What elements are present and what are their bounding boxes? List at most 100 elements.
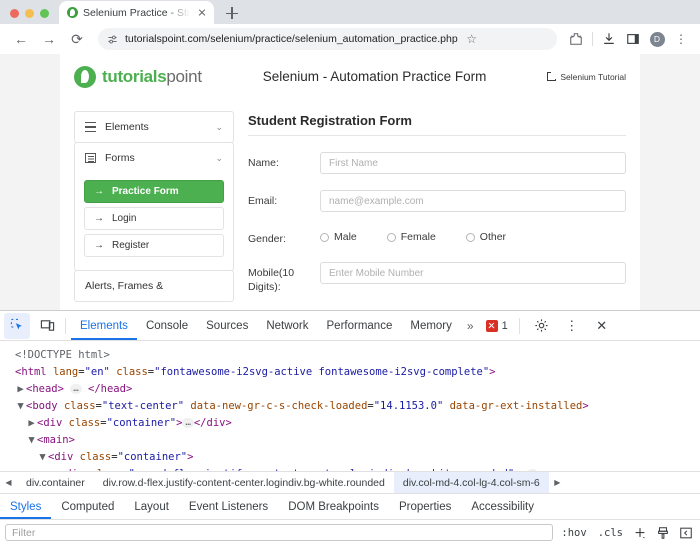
tab-styles[interactable]: Styles: [0, 494, 51, 519]
tab-title: Selenium Practice - Student R: [83, 7, 190, 19]
twisty-icon[interactable]: ▼: [15, 398, 26, 415]
sidebar-item-login[interactable]: → Login: [84, 207, 224, 230]
devtools-tab-memory[interactable]: Memory: [401, 311, 461, 340]
sidebar-section-alerts-frames[interactable]: Alerts, Frames &: [74, 270, 234, 302]
gender-label: Gender:: [248, 228, 320, 246]
brush-icon[interactable]: [654, 524, 672, 542]
tab-properties[interactable]: Properties: [389, 494, 461, 519]
tab-dom-breakpoints[interactable]: DOM Breakpoints: [278, 494, 389, 519]
tab-computed[interactable]: Computed: [51, 494, 124, 519]
tag-name: <html: [15, 366, 47, 378]
sidebar-section-elements[interactable]: Elements ⌄: [74, 111, 234, 143]
radio-circle-icon: [320, 233, 329, 242]
sidebar-item-practice-form[interactable]: → Practice Form: [84, 180, 224, 203]
sidebar-section-forms[interactable]: Forms ⌄ → Practice Form → Login: [74, 142, 234, 271]
settings-gear-icon[interactable]: [529, 313, 555, 339]
devtools-menu-button[interactable]: ⋮: [559, 313, 585, 339]
chevron-down-icon[interactable]: ⌄: [215, 122, 223, 133]
devtools-tab-sources[interactable]: Sources: [197, 311, 257, 340]
page-body: Elements ⌄ Forms ⌄ → P: [60, 99, 640, 302]
back-button[interactable]: ←: [8, 26, 34, 52]
window-controls[interactable]: [8, 9, 59, 24]
twisty-icon[interactable]: ▼: [26, 432, 37, 449]
toggle-sidebar-icon[interactable]: [677, 524, 695, 542]
more-tabs-icon[interactable]: »: [461, 319, 480, 333]
browser-tab[interactable]: Selenium Practice - Student R: [59, 1, 214, 24]
twisty-icon[interactable]: ▼: [37, 449, 48, 466]
new-style-rule-icon[interactable]: [631, 524, 649, 542]
hover-state-button[interactable]: :hov: [558, 527, 589, 539]
sidebar-item-register[interactable]: → Register: [84, 234, 224, 257]
devtools-tab-performance[interactable]: Performance: [318, 311, 402, 340]
close-devtools-button[interactable]: ✕: [589, 313, 615, 339]
arrow-right-icon: →: [94, 186, 104, 197]
close-window-button[interactable]: [10, 9, 19, 18]
styles-pane-tabs: Styles Computed Layout Event Listeners D…: [0, 493, 700, 519]
browser-menu-button[interactable]: ⋮: [670, 28, 692, 50]
breadcrumb-scroll-left-icon[interactable]: ◀: [0, 472, 17, 494]
dom-line[interactable]: ▼<main>: [4, 432, 696, 449]
mobile-input[interactable]: Enter Mobile Number: [320, 262, 626, 284]
inspect-element-icon[interactable]: [4, 313, 30, 339]
filter-input[interactable]: Filter: [5, 524, 553, 541]
toolbar-divider: [592, 32, 593, 46]
dom-line[interactable]: ▶<head> … </head>: [4, 381, 696, 398]
gender-radio-female[interactable]: Female: [387, 231, 436, 243]
downloads-icon[interactable]: [598, 28, 620, 50]
address-bar[interactable]: tutorialspoint.com/selenium/practice/sel…: [98, 28, 557, 50]
tag-name: <div: [59, 468, 84, 471]
maximize-window-button[interactable]: [40, 9, 49, 18]
devtools-tab-elements[interactable]: Elements: [71, 311, 137, 340]
forward-button[interactable]: →: [36, 26, 62, 52]
chevron-down-icon[interactable]: ⌄: [215, 153, 223, 164]
tab-accessibility[interactable]: Accessibility: [461, 494, 544, 519]
breadcrumb-item-div-row[interactable]: div.row.d-flex.justify-content-center.lo…: [94, 472, 394, 494]
dom-line[interactable]: ▼<body class="text-center" data-new-gr-c…: [4, 398, 696, 415]
minimize-window-button[interactable]: [25, 9, 34, 18]
error-count-badge[interactable]: 1: [480, 320, 514, 332]
profile-avatar[interactable]: D: [646, 28, 668, 50]
reload-button[interactable]: ⟳: [64, 26, 90, 52]
dom-tree[interactable]: <!DOCTYPE html> <html lang="en" class="f…: [0, 341, 700, 471]
site-logo[interactable]: tutorialspoint: [74, 66, 202, 88]
list-box-icon: [85, 153, 96, 163]
tag-name: <body: [26, 400, 58, 412]
name-input[interactable]: First Name: [320, 152, 626, 174]
dom-line[interactable]: ▼<div class="container">: [4, 449, 696, 466]
dom-line[interactable]: <!DOCTYPE html>: [4, 347, 696, 364]
devtools-tab-console[interactable]: Console: [137, 311, 197, 340]
twisty-icon[interactable]: ▶: [26, 415, 37, 432]
sidebar-section-forms-header[interactable]: Forms ⌄: [75, 143, 233, 173]
page-title: Selenium - Automation Practice Form: [202, 69, 548, 84]
gender-radio-other[interactable]: Other: [466, 231, 506, 243]
twisty-icon[interactable]: ▶: [15, 381, 26, 398]
gender-radio-male[interactable]: Male: [320, 231, 357, 243]
selenium-tutorial-link[interactable]: Selenium Tutorial: [547, 72, 626, 82]
side-panel-icon[interactable]: [622, 28, 644, 50]
close-tab-icon[interactable]: [195, 6, 209, 20]
form-heading: Student Registration Form: [248, 113, 626, 136]
email-input[interactable]: name@example.com: [320, 190, 626, 212]
breadcrumb-item-div-col[interactable]: div.col-md-4.col-lg-4.col-sm-6: [394, 472, 549, 494]
site-settings-icon[interactable]: [107, 34, 118, 45]
tab-event-listeners[interactable]: Event Listeners: [179, 494, 278, 519]
class-toggle-button[interactable]: .cls: [595, 527, 626, 539]
extensions-puzzle-icon[interactable]: [565, 28, 587, 50]
breadcrumb-scroll-right-icon[interactable]: ▶: [549, 472, 566, 494]
sidebar-section-elements-header[interactable]: Elements ⌄: [75, 112, 233, 142]
tab-layout[interactable]: Layout: [124, 494, 179, 519]
new-tab-button[interactable]: [221, 2, 243, 24]
dom-line[interactable]: <html lang="en" class="fontawesome-i2svg…: [4, 364, 696, 381]
collapsed-ellipsis-icon[interactable]: …: [70, 384, 81, 394]
bookmark-star-icon[interactable]: ☆: [465, 28, 479, 50]
tag-name: <main>: [37, 434, 75, 446]
devtools-tab-network[interactable]: Network: [257, 311, 317, 340]
collapsed-ellipsis-icon[interactable]: …: [182, 418, 193, 428]
collapsed-ellipsis-icon[interactable]: …: [527, 469, 538, 471]
device-toolbar-icon[interactable]: [34, 313, 60, 339]
page-content: tutorialspoint Selenium - Automation Pra…: [60, 54, 640, 310]
breadcrumb-item-div-container[interactable]: div.container: [17, 472, 94, 494]
twisty-icon[interactable]: ▼: [48, 466, 59, 471]
attr-value: "14.1153.0": [374, 400, 444, 412]
dom-line[interactable]: ▶<div class="container">…</div>: [4, 415, 696, 432]
